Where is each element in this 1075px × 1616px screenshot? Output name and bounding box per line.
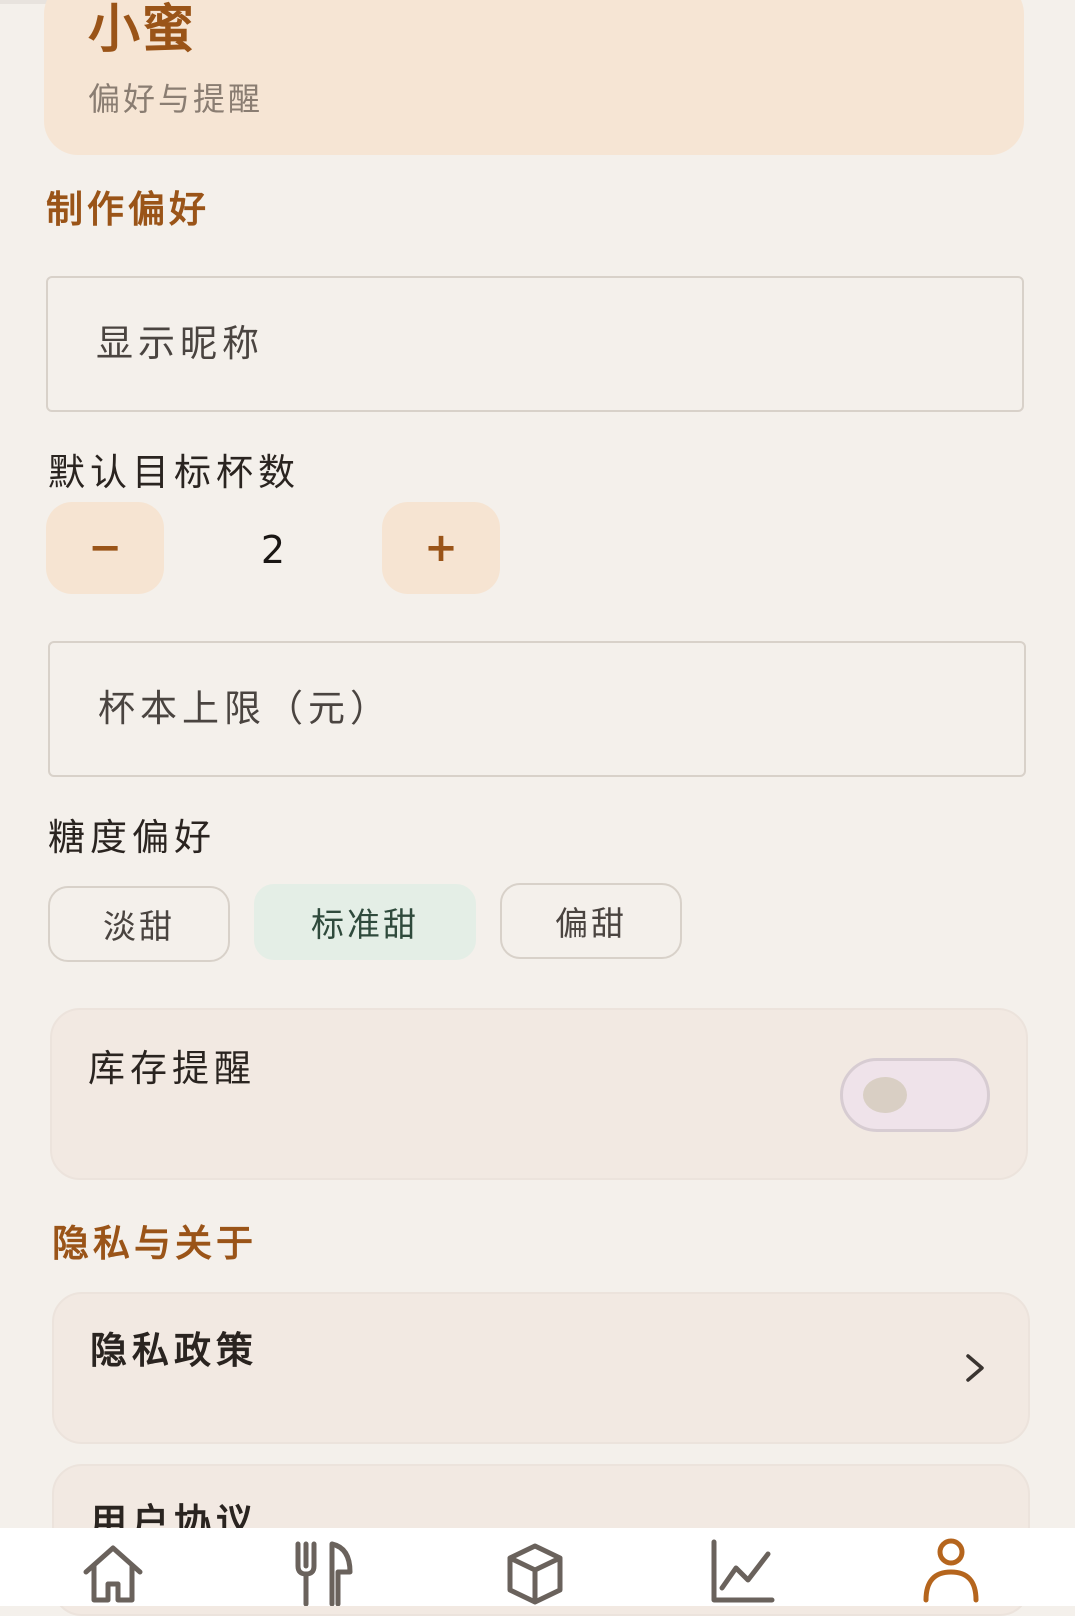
section-title-preferences: 制作偏好 [46,188,210,231]
stock-reminder-label: 库存提醒 [88,1047,256,1090]
target-cups-value: 2 [260,528,286,572]
nav-stats[interactable] [708,1538,778,1606]
home-icon [83,1545,143,1603]
nav-home[interactable] [78,1538,148,1606]
nickname-placeholder: 显示昵称 [96,322,264,365]
stock-reminder-toggle[interactable] [840,1058,990,1132]
stock-reminder-card: 库存提醒 [50,1008,1028,1180]
user-icon [923,1538,979,1603]
sweetness-chip-standard[interactable]: 标准甜 [254,884,476,960]
chevron-right-icon [966,1354,984,1382]
sweetness-chip-sweet[interactable]: 偏甜 [500,883,682,959]
increment-button[interactable]: + [382,502,500,594]
chart-icon [711,1539,775,1603]
nav-profile[interactable] [916,1538,986,1606]
utensils-icon [295,1541,353,1606]
decrement-button[interactable]: − [46,502,164,594]
section-title-privacy: 隐私与关于 [52,1222,257,1265]
privacy-policy-label: 隐私政策 [90,1329,258,1372]
nav-menu[interactable] [292,1538,362,1606]
box-icon [507,1543,563,1605]
sweetness-chip-light[interactable]: 淡甜 [48,886,230,962]
sweetness-label: 糖度偏好 [48,816,216,859]
plus-icon: + [424,525,458,571]
cost-limit-field[interactable]: 杯本上限（元） [48,641,1026,777]
minus-icon: − [88,525,122,571]
target-cups-label: 默认目标杯数 [48,451,300,494]
nav-inventory[interactable] [500,1538,570,1606]
cost-limit-placeholder: 杯本上限（元） [98,687,392,730]
toggle-knob [863,1077,907,1113]
bottom-nav [0,1528,1075,1606]
privacy-policy-row[interactable]: 隐私政策 [52,1292,1030,1444]
profile-subtitle: 偏好与提醒 [88,80,264,118]
profile-name: 小蜜 [88,0,197,60]
nickname-field[interactable]: 显示昵称 [46,276,1024,412]
